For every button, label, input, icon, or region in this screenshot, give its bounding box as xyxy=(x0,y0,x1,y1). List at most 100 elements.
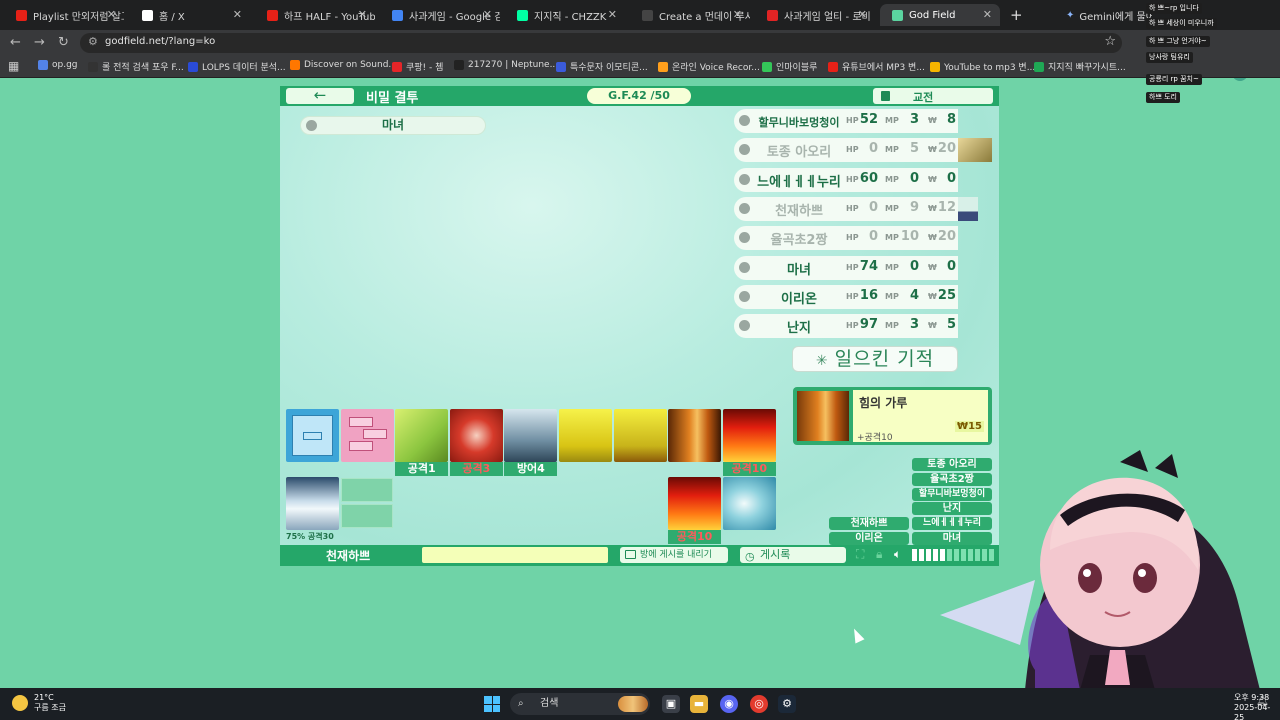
lock-icon[interactable]: 🔒︎ xyxy=(876,547,882,562)
target-player-button[interactable]: 천재하쁘 xyxy=(829,517,909,530)
bookmark-item[interactable]: 쿠팡! - 쳄 xyxy=(392,60,443,73)
player-name: 토종 아오리 xyxy=(766,145,832,161)
bookmark-item[interactable]: 유튜브에서 MP3 변... xyxy=(828,60,925,73)
site-info-icon[interactable]: ⚙ xyxy=(88,35,98,48)
self-player-pill[interactable]: 마녀 xyxy=(300,116,486,135)
apps-grid-icon[interactable]: ▦ xyxy=(8,59,19,73)
tab-close-icon[interactable]: ✕ xyxy=(358,8,367,21)
gemini-tab[interactable]: ✦ Gemini에게 물어 xyxy=(1066,4,1152,26)
start-button[interactable] xyxy=(484,696,500,712)
rule-button[interactable]: 교전 xyxy=(873,88,993,104)
target-player-button[interactable]: 이리온 xyxy=(829,532,909,545)
leave-room-button[interactable]: ← xyxy=(286,88,354,104)
browser-tab[interactable]: Create a 먼데이 루사 ✕ xyxy=(630,4,750,26)
staff-icon[interactable] xyxy=(395,409,449,462)
tab-close-icon[interactable]: ✕ xyxy=(233,8,242,21)
bookmark-item[interactable]: YouTube to mp3 변... xyxy=(930,60,1035,73)
new-tab-button[interactable]: + xyxy=(1010,6,1023,24)
frame-icon[interactable] xyxy=(286,409,339,462)
tab-title: 홈 / X xyxy=(159,11,185,23)
room-title: 비밀 결투 xyxy=(366,91,419,106)
miracle-button[interactable]: ✳ 일으킨 기적 xyxy=(792,346,958,372)
speaker-icon[interactable]: 🔈︎ xyxy=(894,547,901,562)
fire-icon[interactable] xyxy=(668,477,721,530)
mp-label: MP xyxy=(885,321,899,331)
file-explorer-icon[interactable]: ▬ xyxy=(690,695,708,713)
discord-icon[interactable]: ◉ xyxy=(720,695,738,713)
bookmark-item[interactable]: 롤 전적 검색 포우 F... xyxy=(88,60,184,73)
volume-bar xyxy=(912,549,917,561)
player-row[interactable]: 마녀 HP 74 MP 0 ₩0 xyxy=(734,255,958,280)
empty-card-slot[interactable] xyxy=(341,478,393,502)
task-view-icon[interactable]: ▣ xyxy=(662,695,680,713)
browser-tab[interactable]: 홈 / X ✕ xyxy=(130,4,250,26)
weather-widget[interactable]: 21°C 구름 조금 xyxy=(12,693,66,713)
player-row[interactable]: 난지 HP 97 MP 3 ₩5 xyxy=(734,314,958,339)
bookmark-item[interactable]: 지지직 빠꾸가시트... xyxy=(1034,60,1126,73)
browser-tab[interactable]: Playlist 만외저럼 살고 ✕ xyxy=(4,4,124,26)
bookmark-item[interactable]: 217270 | Neptune... xyxy=(454,60,558,70)
tab-close-icon[interactable]: ✕ xyxy=(608,8,617,21)
player-gold: 12 xyxy=(937,199,956,215)
player-row[interactable]: 이리온 HP 16 MP 4 ₩25 xyxy=(734,284,958,309)
bookmark-label: 쿠팡! - 쳄 xyxy=(406,63,444,73)
browser-tab[interactable]: 사과게임 얼티 - 로비 ✕ xyxy=(755,4,875,26)
forward-icon[interactable]: → xyxy=(34,35,45,50)
player-gold: 20 xyxy=(937,229,956,245)
card-detail-effect: +공격10 xyxy=(857,433,893,443)
browser-tab[interactable]: 하프 HALF - YouTube ✕ xyxy=(255,4,375,26)
tab-close-icon[interactable]: ✕ xyxy=(858,8,867,21)
browser-tab[interactable]: 사과게임 - Google 검 ✕ xyxy=(380,4,500,26)
fire-icon[interactable] xyxy=(722,409,776,462)
bookmark-favicon-icon xyxy=(188,61,198,72)
bookmark-item[interactable]: op.gg xyxy=(38,60,78,70)
blocks-icon[interactable] xyxy=(340,409,394,462)
stream-chat-overlay: 하 쁘~rp 입니다 하 쁘 세상이 미우니까 하 쁘 그냥 언거야~ 낭사랑 팀유리… xyxy=(1144,0,1280,110)
post-message-button[interactable]: 방에 게시를 내리기 xyxy=(620,547,728,563)
cup-icon[interactable] xyxy=(559,409,612,462)
bookmark-item[interactable]: 온라인 Voice Recor... xyxy=(658,60,760,73)
power-vial-icon xyxy=(797,391,849,441)
player-row[interactable]: 할무니바보멍청이 HP 52 MP 3 ₩8 xyxy=(734,109,958,133)
bookmark-item[interactable]: 인마이블루 xyxy=(762,60,817,73)
tab-close-icon[interactable]: ✕ xyxy=(983,8,992,21)
fullscreen-icon[interactable]: ⛶ xyxy=(856,547,864,562)
omnibox[interactable]: ⚙ godfield.net/?lang=ko ☆ xyxy=(80,33,1122,53)
vial-icon[interactable] xyxy=(668,409,722,462)
notification-icon[interactable]: 🔔︎ xyxy=(1256,696,1269,707)
chat-input[interactable] xyxy=(422,547,608,563)
player-row[interactable]: 율곡초2짱 HP 0 MP 10 ₩20 xyxy=(734,226,958,251)
bookmark-favicon-icon xyxy=(556,61,566,72)
idol-icon[interactable] xyxy=(613,409,667,462)
player-row[interactable]: 느에ㅔㅔㅔ누리 HP 60 MP 0 ₩0 xyxy=(734,167,958,192)
browser-tab[interactable]: God Field ✕ xyxy=(880,4,1000,26)
card-label: 공격1 xyxy=(395,462,449,476)
chrome-icon[interactable]: ◎ xyxy=(750,695,768,713)
player-portrait-icon xyxy=(958,138,992,163)
rope-icon[interactable] xyxy=(449,409,503,462)
knight-icon[interactable] xyxy=(504,409,558,462)
reload-icon[interactable]: ↻ xyxy=(58,35,69,50)
message-log-button[interactable]: ◷ 게시록 xyxy=(740,547,846,563)
whirlwind-icon[interactable] xyxy=(723,477,776,530)
bookmark-star-icon[interactable]: ☆ xyxy=(1104,34,1116,49)
empty-card-slot[interactable] xyxy=(341,504,393,528)
mouse-cursor xyxy=(849,626,865,644)
browser-tab[interactable]: 지지직 - CHZZK ✕ xyxy=(505,4,625,26)
status-dot-icon xyxy=(739,202,750,214)
wind-icon[interactable] xyxy=(286,477,339,530)
bookmark-item[interactable]: Discover on Sound... xyxy=(290,60,397,70)
tab-close-icon[interactable]: ✕ xyxy=(107,8,116,21)
player-row[interactable]: 천재하쁘 HP 0 MP 9 ₩12 xyxy=(734,196,978,221)
tab-close-icon[interactable]: ✕ xyxy=(483,8,492,21)
bookmark-item[interactable]: LOLPS 데이터 분석... xyxy=(188,60,286,73)
chat-message: 하쁘 도리 xyxy=(1146,92,1180,103)
player-row[interactable]: 토종 아오리 HP 0 MP 5 ₩20 xyxy=(734,138,992,163)
back-icon[interactable]: ← xyxy=(10,35,21,50)
steam-icon[interactable]: ⚙ xyxy=(778,695,796,713)
bookmark-item[interactable]: 특수문자 이모티콘... xyxy=(556,60,648,73)
taskbar-search[interactable]: ⌕ 검색 xyxy=(510,693,650,715)
tab-close-icon[interactable]: ✕ xyxy=(733,8,742,21)
volume-bar xyxy=(919,549,924,561)
player-gold: 0 xyxy=(946,170,956,186)
